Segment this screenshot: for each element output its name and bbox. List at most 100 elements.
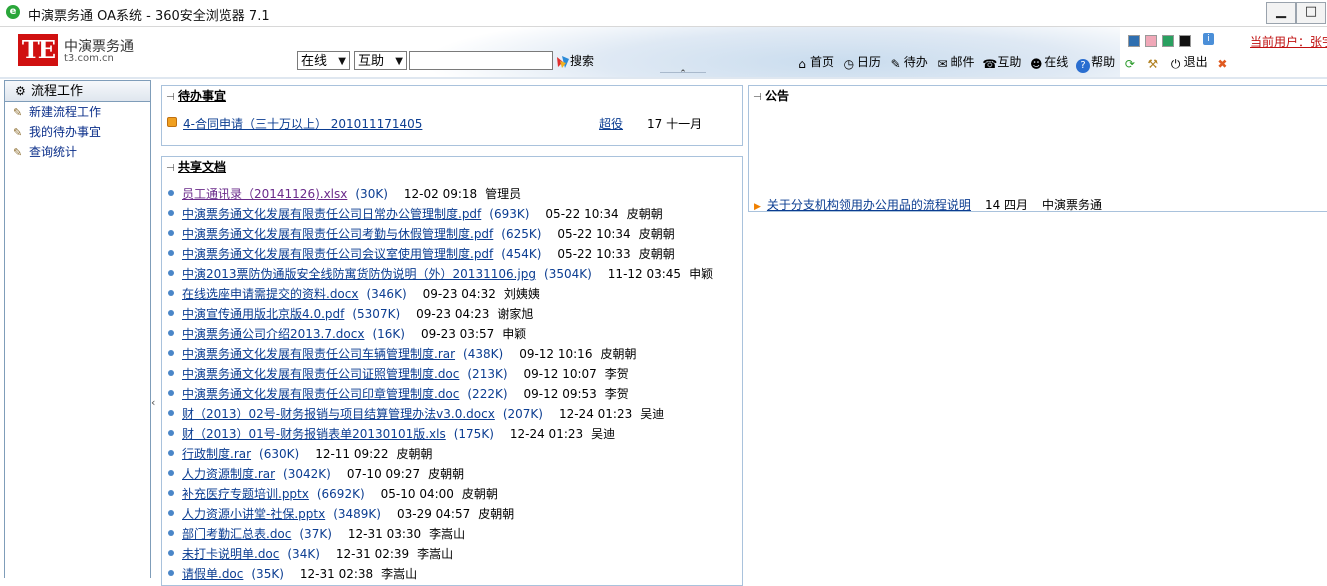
online-select[interactable]: 在线 ▼ (297, 51, 350, 70)
doc-date: 03-29 04:57 (396, 507, 471, 521)
notice-panel: ⊣ 公告 ▶ 关于分支机构领用办公用品的流程说明 14 四月 中演票务通 (748, 85, 1327, 212)
theme-swatch-blue[interactable] (1128, 35, 1140, 47)
list-item: 财（2013）02号-财务报销与项目结算管理办法v3.0.docx (207K) 1… (168, 404, 740, 424)
doc-date: 12-31 02:38 (299, 567, 374, 581)
doc-size: (213K) (467, 367, 508, 381)
doc-link[interactable]: 财（2013）02号-财务报销与项目结算管理办法v3.0.docx (182, 407, 495, 421)
sidebar-item-new-workflow[interactable]: ✎ 新建流程工作 (5, 102, 150, 122)
current-user-link[interactable]: 当前用户：张宇 (1250, 33, 1327, 50)
notice-item-link[interactable]: 关于分支机构领用办公用品的流程说明 (767, 198, 971, 212)
list-item: 中演票务通文化发展有限责任公司证照管理制度.doc (213K) 09-12 10:… (168, 364, 740, 384)
list-item: 补充医疗专题培训.pptx (6692K) 05-10 04:00 皮朝朝 (168, 484, 740, 504)
calendar-icon: ◷ (843, 57, 855, 71)
notice-item-source: 中演票务通 (1042, 198, 1103, 212)
todo-item-link[interactable]: 4-合同申请（三十万以上） 201011171405 (183, 115, 422, 132)
doc-link[interactable]: 中演票务通文化发展有限责任公司证照管理制度.doc (182, 367, 459, 381)
doc-link[interactable]: 部门考勤汇总表.doc (182, 527, 291, 541)
doc-link[interactable]: 在线选座申请需提交的资料.docx (182, 287, 358, 301)
shared-docs-title[interactable]: 共享文档 (178, 160, 226, 174)
window-titlebar: e 中演票务通 OA系统 - 360安全浏览器 7.1 ▁ □ (0, 0, 1327, 27)
app-header: TE 中演票务通 t3.com.cn 在线 ▼ 互助 ▼ 搜索 i 当前用户：张… (0, 27, 1327, 77)
doc-link[interactable]: 行政制度.rar (182, 447, 251, 461)
bullet-icon (168, 430, 174, 436)
nav-refresh[interactable]: ⟳ (1123, 55, 1138, 71)
theme-swatch-green[interactable] (1162, 35, 1174, 47)
doc-link[interactable]: 中演票务通公司介绍2013.7.docx (182, 327, 364, 341)
refresh-icon: ⟳ (1124, 57, 1135, 71)
search-button[interactable]: 搜索 (556, 52, 594, 69)
doc-user: 皮朝朝 (478, 507, 515, 521)
doc-link[interactable]: 中演票务通文化发展有限责任公司印章管理制度.doc (182, 387, 459, 401)
bullet-icon (168, 190, 174, 196)
list-item: 中演宣传通用版北京版4.0.pdf (5307K) 09-23 04:23 谢家旭 (168, 304, 740, 324)
chevron-left-icon[interactable]: ‹ (151, 396, 155, 409)
doc-user: 李嵩山 (429, 527, 466, 541)
list-item: 财（2013）01号-财务报销表单20130101版.xls (175K) 12-2… (168, 424, 740, 444)
doc-link[interactable]: 中演票务通文化发展有限责任公司日常办公管理制度.pdf (182, 207, 481, 221)
doc-link[interactable]: 中演票务通文化发展有限责任公司车辆管理制度.rar (182, 347, 455, 361)
maximize-button[interactable]: □ (1296, 2, 1326, 24)
doc-date: 09-12 10:07 (523, 367, 597, 381)
minimize-button[interactable]: ▁ (1266, 2, 1296, 24)
doc-size: (222K) (467, 387, 508, 401)
doc-link[interactable]: 补充医疗专题培训.pptx (182, 487, 309, 501)
bullet-icon (168, 270, 174, 276)
sidebar-item-my-todo[interactable]: ✎ 我的待办事宜 (5, 122, 150, 142)
doc-link[interactable]: 未打卡说明单.doc (182, 547, 279, 561)
info-icon[interactable]: i (1203, 33, 1214, 45)
nav-todo[interactable]: ✎ 待办 (889, 53, 928, 71)
bullet-icon (168, 550, 174, 556)
doc-user: 申颖 (689, 267, 714, 281)
doc-link[interactable]: 中演票务通文化发展有限责任公司考勤与休假管理制度.pdf (182, 227, 493, 241)
nav-home[interactable]: ⌂ 首页 (795, 53, 834, 71)
doc-link[interactable]: 员工通讯录（20141126).xlsx (182, 187, 347, 201)
sidebar-header[interactable]: ⚙ 流程工作 (5, 81, 150, 102)
nav-mail[interactable]: ✉ 邮件 (936, 53, 975, 71)
home-icon: ⌂ (798, 57, 806, 71)
todo-item-icon (167, 117, 177, 127)
nav-tools[interactable]: ⚒ (1146, 55, 1161, 71)
bullet-icon (168, 210, 174, 216)
sidebar-splitter[interactable]: ‹ (151, 80, 159, 578)
nav-online[interactable]: ☻ 在线 (1029, 53, 1068, 71)
theme-swatch-pink[interactable] (1145, 35, 1157, 47)
notice-item-date: 14 四月 (984, 198, 1029, 212)
nav-label: 日历 (856, 55, 881, 69)
todo-title[interactable]: 待办事宜 (178, 89, 226, 103)
doc-size: (35K) (251, 567, 284, 581)
nav-help-each-other[interactable]: ☎互助 (982, 53, 1021, 71)
nav-close[interactable]: ✖ (1215, 55, 1230, 71)
doc-user: 李嵩山 (417, 547, 454, 561)
nav-help[interactable]: ? 帮助 (1076, 53, 1115, 73)
todo-item-action[interactable]: 超役 (599, 115, 623, 132)
search-input[interactable] (409, 51, 553, 70)
theme-swatch-black[interactable] (1179, 35, 1191, 47)
nav-calendar[interactable]: ◷ 日历 (842, 53, 881, 71)
doc-size: (693K) (489, 207, 530, 221)
sidebar-item-query-stats[interactable]: ✎ 查询统计 (5, 142, 150, 162)
doc-size: (438K) (463, 347, 504, 361)
list-item: 人力资源小讲堂-社保.pptx (3489K) 03-29 04:57 皮朝朝 (168, 504, 740, 524)
doc-link[interactable]: 中演2013票防伪通版安全线防寓货防伪说明（外）20131106.jpg (182, 267, 536, 281)
doc-link[interactable]: 中演宣传通用版北京版4.0.pdf (182, 307, 344, 321)
bullet-icon (168, 570, 174, 576)
bullet-icon (168, 410, 174, 416)
company-logo: TE (18, 34, 58, 66)
help-select[interactable]: 互助 ▼ (354, 51, 407, 70)
shared-docs-title-bar: ⊣ 共享文档 (162, 157, 742, 177)
shared-docs-panel: ⊣ 共享文档 员工通讯录（20141126).xlsx (30K) 12-02 09:… (161, 156, 743, 586)
todo-item-date: 17 十一月 (647, 117, 703, 131)
list-item: 中演票务通文化发展有限责任公司车辆管理制度.rar (438K) 09-12 10:… (168, 344, 740, 364)
doc-link[interactable]: 人力资源小讲堂-社保.pptx (182, 507, 325, 521)
doc-link[interactable]: 人力资源制度.rar (182, 467, 275, 481)
doc-link[interactable]: 财（2013）01号-财务报销表单20130101版.xls (182, 427, 446, 441)
nav-logout[interactable]: ⏻ 退出 (1169, 53, 1208, 71)
doc-link[interactable]: 请假单.doc (182, 567, 243, 581)
close-icon: ✖ (1217, 57, 1228, 71)
bullet-icon (168, 290, 174, 296)
online-select-value: 在线 (301, 54, 328, 69)
doc-link[interactable]: 中演票务通文化发展有限责任公司会议室使用管理制度.pdf (182, 247, 493, 261)
sidebar: ⚙ 流程工作 ✎ 新建流程工作 ✎ 我的待办事宜 ✎ 查询统计 (4, 80, 151, 578)
doc-size: (346K) (366, 287, 407, 301)
doc-user: 吴迪 (591, 427, 616, 441)
